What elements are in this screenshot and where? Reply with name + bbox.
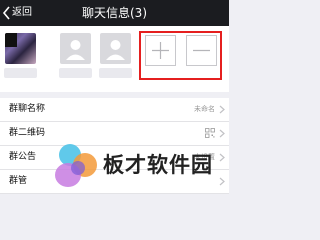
member-name — [99, 68, 132, 78]
group-name-row[interactable]: 群聊名称 未命名 — [0, 98, 229, 122]
chevron-right-icon — [219, 105, 225, 114]
page-title: 聊天信息(3) — [82, 6, 147, 20]
member-avatar[interactable] — [5, 33, 36, 64]
user-icon — [66, 40, 85, 60]
qr-code-icon — [205, 128, 215, 138]
row-label: 群二维码 — [9, 128, 46, 138]
avatar-photo-detail — [5, 33, 17, 47]
watermark-logo-icon — [55, 144, 97, 187]
user-icon — [106, 40, 125, 60]
watermark-text: 板才软件园 — [103, 153, 213, 177]
row-value: 未命名 — [194, 105, 215, 113]
member-avatar[interactable] — [100, 33, 131, 64]
nav-bar: 返回 聊天信息(3) — [0, 0, 229, 26]
watermark: 板才软件园 — [50, 138, 229, 202]
member-avatar[interactable] — [60, 33, 91, 64]
remove-member-button[interactable] — [186, 35, 217, 66]
plus-icon — [152, 42, 169, 59]
row-label: 群聊名称 — [9, 104, 46, 114]
chevron-right-icon — [219, 129, 225, 138]
row-label: 群公告 — [9, 152, 37, 162]
row-label: 群管 — [9, 176, 28, 186]
member-name — [59, 68, 92, 78]
member-grid — [0, 26, 229, 92]
add-member-button[interactable] — [145, 35, 176, 66]
minus-icon — [193, 49, 210, 52]
member-name — [4, 68, 37, 78]
